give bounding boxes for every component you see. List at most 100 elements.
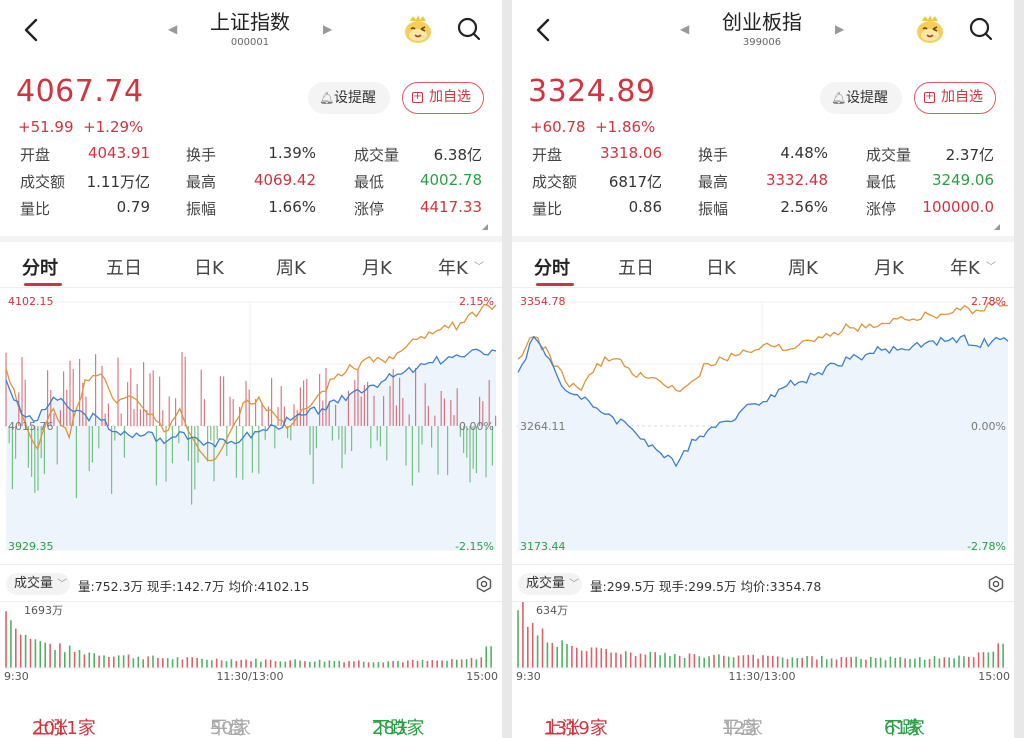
stat-label: 成交额 (20, 173, 66, 191)
stats-row: 开盘 4043.91 换手 1.39% 成交量 6.38亿 (0, 144, 502, 171)
divider (0, 236, 502, 242)
mascot-icon[interactable] (914, 14, 946, 44)
axis-top-pct: 2.78% (971, 295, 1006, 308)
tab-2[interactable]: 日K (194, 254, 224, 280)
settings-button[interactable] (475, 575, 493, 593)
stat-label: 成交量 (866, 146, 912, 164)
chevron-left-icon (24, 18, 38, 42)
stat-label: 最高 (698, 173, 729, 191)
intraday-chart[interactable]: 4102.15 4015.76 3929.35 2.15% 0.00% -2.15% (0, 288, 502, 564)
next-index-button[interactable]: ▶ (835, 22, 844, 36)
stats-row: 量比 0.86 振幅 2.56% 涨停 100000.0 (512, 198, 1014, 225)
stat-label: 开盘 (532, 146, 563, 164)
set-alert-button[interactable]: 🔔︎ 设提醒 (308, 82, 390, 114)
volume-max-label: 1693万 (24, 604, 63, 617)
axis-bottom-pct: -2.15% (455, 540, 494, 553)
stat-value: 1.39% (268, 144, 316, 162)
stat-value: 4043.91 (87, 144, 150, 162)
tab-1[interactable]: 五日 (618, 254, 654, 280)
plus-box-icon: + (924, 91, 935, 103)
stat-label: 量比 (532, 200, 563, 218)
time-label: 9:30 (516, 670, 541, 682)
tab-4[interactable]: 月K (874, 254, 904, 280)
volume-chart[interactable]: 1693万 9:30 11:30/13:00 15:00 (0, 602, 502, 682)
volume-indicator-select[interactable]: 成交量 ﹀ (518, 573, 582, 595)
volume-info: 量:752.3万 现手:142.7万 均价:4102.15 (78, 579, 310, 594)
advancers-count: 1319家 (544, 718, 608, 738)
axis-mid-price: 4015.76 (8, 420, 54, 433)
stat-label: 成交额 (532, 173, 578, 191)
add-watchlist-button[interactable]: + 加自选 (914, 82, 996, 114)
change-percent: +1.29% (83, 118, 144, 136)
time-label: 9:30 (4, 670, 29, 682)
index-code: 000001 (230, 37, 270, 48)
set-alert-label: 设提醒 (334, 90, 376, 106)
stat-value: 100000.0 (922, 198, 994, 216)
bell-icon: 🔔︎ (319, 91, 335, 105)
volume-selector-label: 成交量 (14, 576, 54, 591)
stat-label: 涨停 (354, 200, 385, 218)
search-button[interactable] (968, 16, 994, 42)
gear-icon (476, 575, 492, 593)
set-alert-label: 设提醒 (846, 90, 888, 106)
tab-0[interactable]: 分时 (534, 254, 570, 280)
stat-label: 最低 (866, 173, 897, 191)
stat-label: 涨停 (866, 200, 897, 218)
tab-3[interactable]: 周K (276, 254, 306, 280)
decliners-count: 61家 (884, 718, 925, 738)
set-alert-button[interactable]: 🔔︎ 设提醒 (820, 82, 902, 114)
stat-value: 4.48% (780, 144, 828, 162)
search-button[interactable] (456, 16, 482, 42)
active-tab-indicator (536, 283, 574, 286)
stat-label: 最低 (354, 173, 385, 191)
decliners-count: 283家 (372, 718, 425, 738)
settings-button[interactable] (987, 575, 1005, 593)
time-label: 11:30/13:00 (728, 670, 795, 682)
panel-chinext-index: ◀ 创业板指 399006 ▶ 3324.89 +60.78 +1.86% 🔔︎… (512, 0, 1014, 738)
expand-corner-icon[interactable] (994, 224, 1000, 230)
chevron-left-icon (536, 18, 550, 42)
axis-mid-price: 3264.11 (520, 420, 566, 433)
volume-indicator-select[interactable]: 成交量 ﹀ (6, 573, 70, 595)
tab-5[interactable]: 年K (438, 254, 468, 280)
stat-value: 1.11万亿 (86, 173, 150, 191)
time-label: 11:30/13:00 (216, 670, 283, 682)
market-breadth: 上涨 1319家 平盘 12家 下跌 61家 (512, 690, 1014, 738)
back-button[interactable] (532, 14, 556, 46)
change-percent: +1.86% (595, 118, 656, 136)
search-icon (969, 17, 993, 41)
next-index-button[interactable]: ▶ (323, 22, 332, 36)
tab-0[interactable]: 分时 (22, 254, 58, 280)
chevron-down-icon: ﹀ (569, 579, 580, 590)
panel-shanghai-index: ◀ 上证指数 000001 ▶ 4067.74 +51.99 +1.29% 🔔︎… (0, 0, 502, 738)
index-title: 创业板指 (722, 10, 802, 34)
tab-3[interactable]: 周K (788, 254, 818, 280)
stat-value: 1.66% (268, 198, 316, 216)
stat-value: 4002.78 (419, 171, 482, 189)
expand-corner-icon[interactable] (482, 224, 488, 230)
stat-value: 4417.33 (419, 198, 482, 216)
header: ◀ 上证指数 000001 ▶ (0, 0, 502, 62)
volume-toolbar: 成交量 ﹀ 量:299.5万 现手:299.5万 均价:3354.78 (512, 564, 1014, 602)
tab-5[interactable]: 年K (950, 254, 980, 280)
stat-label: 最高 (186, 173, 217, 191)
unchanged-count: 12家 (722, 718, 763, 738)
volume-selector-label: 成交量 (526, 576, 566, 591)
tab-4[interactable]: 月K (362, 254, 392, 280)
add-watchlist-button[interactable]: + 加自选 (402, 82, 484, 114)
stats-row: 量比 0.79 振幅 1.66% 涨停 4417.33 (0, 198, 502, 225)
back-button[interactable] (20, 14, 44, 46)
index-title: 上证指数 (210, 10, 290, 34)
current-price: 4067.74 (16, 74, 144, 109)
price-change: +51.99 +1.29% (18, 118, 143, 136)
volume-info: 量:299.5万 现手:299.5万 均价:3354.78 (590, 579, 822, 594)
tab-2[interactable]: 日K (706, 254, 736, 280)
volume-chart[interactable]: 634万 9:30 11:30/13:00 15:00 (512, 602, 1014, 682)
search-icon (457, 17, 481, 41)
chevron-down-icon: ﹀ (474, 262, 484, 273)
tab-1[interactable]: 五日 (106, 254, 142, 280)
intraday-chart[interactable]: 3354.78 3264.11 3173.44 2.78% 0.00% -2.78% (512, 288, 1014, 564)
stat-value: 2.37亿 (945, 146, 994, 164)
plus-box-icon: + (412, 91, 423, 103)
mascot-icon[interactable] (402, 14, 434, 44)
